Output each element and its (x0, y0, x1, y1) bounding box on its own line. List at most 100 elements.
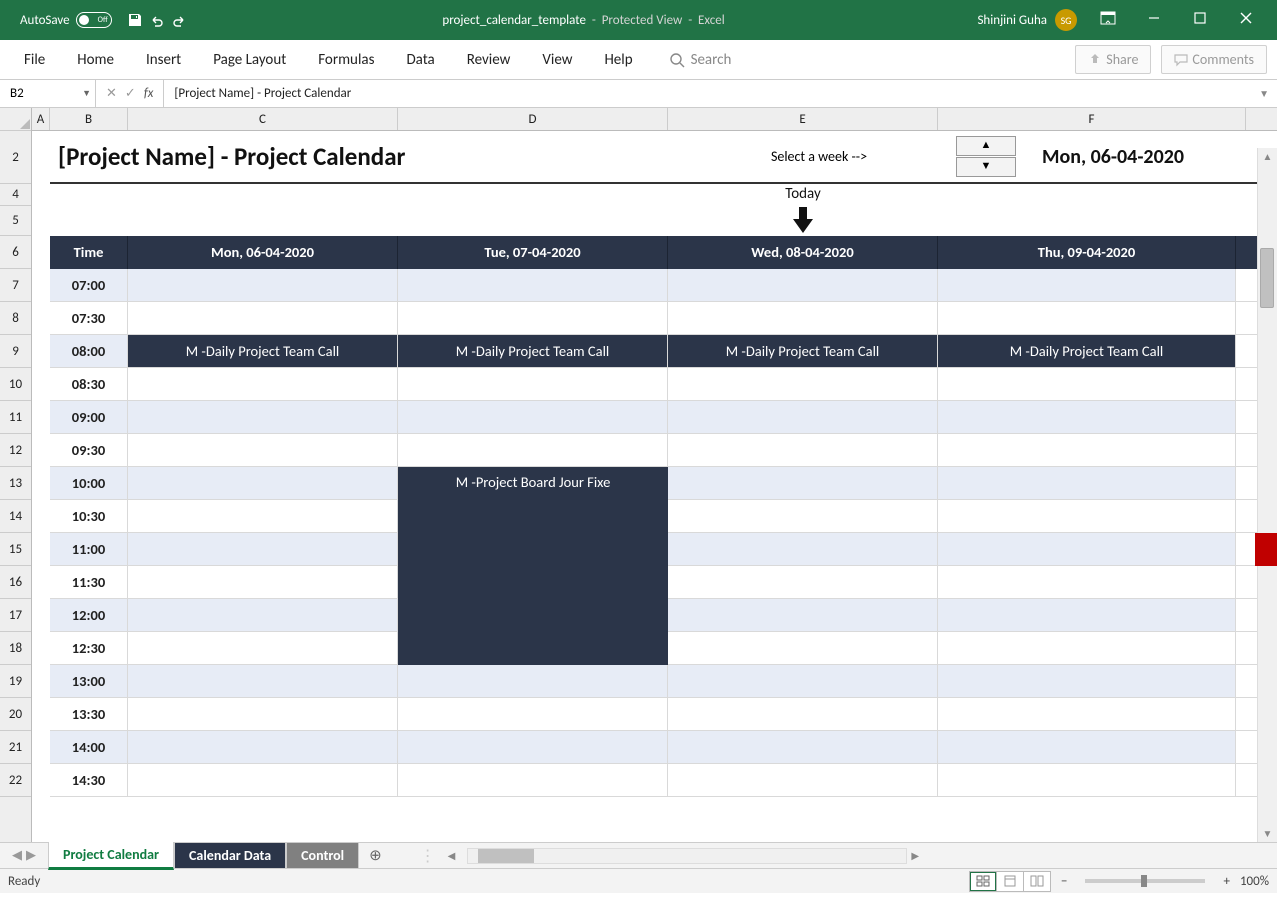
row-header[interactable]: 6 (0, 236, 31, 269)
view-page-layout-icon[interactable] (996, 871, 1024, 892)
enter-formula-icon[interactable]: ✓ (125, 86, 136, 101)
comments-button[interactable]: Comments (1161, 45, 1267, 74)
cal-cell[interactable] (128, 500, 398, 532)
view-page-break-icon[interactable] (1023, 871, 1051, 892)
row-header[interactable]: 17 (0, 599, 31, 632)
cal-cell[interactable] (938, 467, 1236, 499)
event-daily-call[interactable]: M -Daily Project Team Call (668, 335, 938, 367)
cal-cell[interactable] (668, 731, 938, 763)
cal-cell[interactable] (128, 401, 398, 433)
row-header[interactable]: 21 (0, 731, 31, 764)
tab-data[interactable]: Data (392, 45, 448, 75)
time-cell[interactable]: 13:00 (50, 665, 128, 697)
time-cell[interactable]: 08:30 (50, 368, 128, 400)
time-cell[interactable]: 12:30 (50, 632, 128, 664)
col-header[interactable]: F (938, 108, 1246, 130)
row-header[interactable]: 20 (0, 698, 31, 731)
view-normal-icon[interactable] (969, 871, 997, 892)
autosave-toggle[interactable]: AutoSave Off (20, 12, 112, 28)
hscroll-left-icon[interactable]: ◀ (448, 849, 456, 862)
redo-icon[interactable] (168, 9, 190, 31)
zoom-out-button[interactable]: − (1051, 874, 1077, 889)
scroll-down-icon[interactable]: ▼ (1258, 827, 1277, 840)
cal-cell[interactable] (398, 302, 668, 334)
cal-cell[interactable] (398, 764, 668, 796)
cal-cell[interactable] (938, 302, 1236, 334)
row-header[interactable]: 10 (0, 368, 31, 401)
scroll-up-icon[interactable]: ▲ (1258, 148, 1277, 163)
minimize-icon[interactable] (1131, 12, 1177, 28)
cal-cell[interactable] (938, 269, 1236, 301)
cal-cell[interactable] (668, 764, 938, 796)
row-header[interactable]: 14 (0, 500, 31, 533)
cal-cell[interactable] (938, 731, 1236, 763)
cal-cell[interactable] (938, 368, 1236, 400)
cal-cell[interactable] (128, 764, 398, 796)
row-header[interactable]: 18 (0, 632, 31, 665)
row-header[interactable]: 2 (0, 131, 31, 184)
cal-cell[interactable] (398, 368, 668, 400)
cal-cell[interactable] (938, 533, 1236, 565)
time-cell[interactable]: 14:00 (50, 731, 128, 763)
cal-cell[interactable] (668, 698, 938, 730)
expand-formula-icon[interactable]: ▼ (1251, 87, 1277, 100)
share-button[interactable]: Share (1075, 45, 1151, 74)
cal-cell[interactable] (668, 632, 938, 664)
cal-cell[interactable] (668, 533, 938, 565)
fx-icon[interactable]: fx (144, 86, 154, 101)
cal-cell[interactable] (668, 269, 938, 301)
event-daily-call[interactable]: M -Daily Project Team Call (938, 335, 1236, 367)
cal-cell[interactable] (668, 401, 938, 433)
cal-cell[interactable] (938, 566, 1236, 598)
row-header[interactable]: 5 (0, 206, 31, 236)
week-down-button[interactable]: ▼ (956, 157, 1016, 177)
col-header[interactable]: D (398, 108, 668, 130)
time-cell[interactable]: 10:00 (50, 467, 128, 499)
sheet-tab-calendar-data[interactable]: Calendar Data (174, 843, 286, 868)
cal-cell[interactable] (668, 434, 938, 466)
time-cell[interactable]: 07:30 (50, 302, 128, 334)
week-up-button[interactable]: ▲ (956, 136, 1016, 156)
cal-cell[interactable] (938, 599, 1236, 631)
cal-cell[interactable] (668, 302, 938, 334)
tab-home[interactable]: Home (63, 45, 128, 75)
cal-cell[interactable] (668, 467, 938, 499)
cal-cell[interactable] (128, 368, 398, 400)
row-header[interactable]: 8 (0, 302, 31, 335)
time-cell[interactable]: 09:30 (50, 434, 128, 466)
close-icon[interactable] (1223, 12, 1269, 28)
row-header[interactable]: 9 (0, 335, 31, 368)
red-cell[interactable] (1255, 533, 1277, 566)
time-cell[interactable]: 11:30 (50, 566, 128, 598)
time-cell[interactable]: 08:00 (50, 335, 128, 367)
time-cell[interactable]: 14:30 (50, 764, 128, 796)
chevron-down-icon[interactable]: ▼ (82, 88, 91, 99)
cal-cell[interactable] (398, 401, 668, 433)
cal-cell[interactable] (398, 665, 668, 697)
col-header[interactable]: C (128, 108, 398, 130)
tab-review[interactable]: Review (453, 45, 525, 75)
cal-cell[interactable] (128, 434, 398, 466)
row-header[interactable]: 15 (0, 533, 31, 566)
tab-help[interactable]: Help (590, 45, 646, 75)
cal-cell[interactable] (398, 434, 668, 466)
cal-cell[interactable] (128, 665, 398, 697)
event-daily-call[interactable]: M -Daily Project Team Call (398, 335, 668, 367)
cal-cell[interactable] (128, 467, 398, 499)
cal-cell[interactable] (938, 764, 1236, 796)
cal-cell[interactable] (398, 731, 668, 763)
formula-content[interactable]: [Project Name] - Project Calendar (164, 86, 1251, 101)
hscroll-thumb[interactable] (478, 849, 534, 863)
cal-cell[interactable] (128, 599, 398, 631)
prev-sheet-icon[interactable]: ◀ (12, 848, 22, 863)
cal-cell[interactable] (668, 500, 938, 532)
tab-file[interactable]: File (10, 45, 59, 75)
maximize-icon[interactable] (1177, 12, 1223, 28)
ribbon-options-icon[interactable] (1085, 11, 1131, 29)
zoom-in-button[interactable]: + (1213, 874, 1239, 889)
row-header[interactable]: 4 (0, 184, 31, 206)
time-cell[interactable]: 12:00 (50, 599, 128, 631)
cal-cell[interactable] (128, 533, 398, 565)
event-daily-call[interactable]: M -Daily Project Team Call (128, 335, 398, 367)
current-date[interactable]: Mon, 06-04-2020 (1018, 145, 1184, 169)
